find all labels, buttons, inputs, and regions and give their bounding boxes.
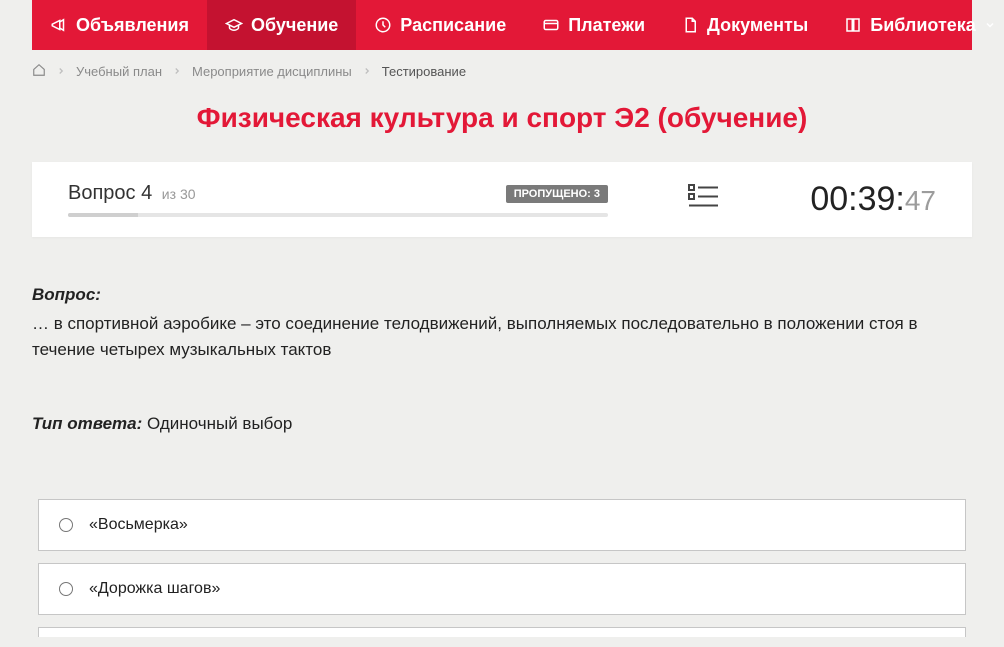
question-counter: Вопрос 4 из 30 <box>68 182 196 205</box>
answer-radio[interactable] <box>59 582 73 596</box>
nav-schedule[interactable]: Расписание <box>356 0 524 50</box>
answers-list: «Восьмерка» «Дорожка шагов» <box>32 499 972 637</box>
answer-option[interactable]: «Восьмерка» <box>38 499 966 551</box>
nav-documents[interactable]: Документы <box>663 0 826 50</box>
home-icon <box>32 63 46 77</box>
timer-main: 00:39: <box>810 180 905 219</box>
chevron-right-icon <box>172 66 182 76</box>
book-icon <box>844 16 862 34</box>
answer-text: «Дорожка шагов» <box>89 580 220 598</box>
breadcrumb-home[interactable] <box>32 63 46 80</box>
skipped-badge: ПРОПУЩЕНО: 3 <box>506 185 608 203</box>
question-list-button[interactable] <box>688 183 718 216</box>
nav-label: Документы <box>707 15 808 36</box>
page-title: Физическая культура и спорт Э2 (обучение… <box>32 102 972 134</box>
status-panel: Вопрос 4 из 30 ПРОПУЩЕНО: 3 00 <box>32 162 972 237</box>
answer-type-label: Тип ответа: <box>32 414 142 433</box>
chevron-right-icon <box>362 66 372 76</box>
question-label: Вопрос: <box>32 285 972 305</box>
progress-bar <box>68 213 608 217</box>
nav-label: Платежи <box>568 15 645 36</box>
list-icon <box>688 183 718 211</box>
megaphone-icon <box>50 16 68 34</box>
answer-type-value: Одиночный выбор <box>147 414 292 433</box>
doc-icon <box>681 16 699 34</box>
nav-library[interactable]: Библиотека <box>826 0 1004 50</box>
chevron-right-icon <box>56 66 66 76</box>
breadcrumb-current: Тестирование <box>382 64 466 79</box>
nav-label: Объявления <box>76 15 189 36</box>
answer-option[interactable]: «Дорожка шагов» <box>38 563 966 615</box>
breadcrumb: Учебный план Мероприятие дисциплины Тест… <box>32 50 972 92</box>
answer-option[interactable] <box>38 627 966 637</box>
nav-label: Библиотека <box>870 15 976 36</box>
top-nav: Объявления Обучение Расписание Платежи Д… <box>32 0 972 50</box>
nav-payments[interactable]: Платежи <box>524 0 663 50</box>
cap-icon <box>225 16 243 34</box>
nav-label: Расписание <box>400 15 506 36</box>
question-text: … в спортивной аэробике – это соединение… <box>32 311 972 364</box>
breadcrumb-item[interactable]: Мероприятие дисциплины <box>192 64 352 79</box>
chevron-down-icon <box>984 19 996 31</box>
timer: 00:39:47 <box>810 180 936 219</box>
nav-announcements[interactable]: Объявления <box>32 0 207 50</box>
breadcrumb-item[interactable]: Учебный план <box>76 64 162 79</box>
answer-radio[interactable] <box>59 518 73 532</box>
answer-text: «Восьмерка» <box>89 516 188 534</box>
clock-icon <box>374 16 392 34</box>
card-icon <box>542 16 560 34</box>
nav-learning[interactable]: Обучение <box>207 0 356 50</box>
nav-label: Обучение <box>251 15 338 36</box>
timer-seconds: 47 <box>905 185 936 217</box>
